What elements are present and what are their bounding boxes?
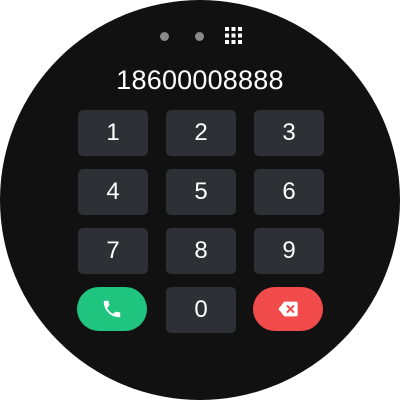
key-8[interactable]: 8 <box>166 228 236 274</box>
key-1[interactable]: 1 <box>78 110 148 156</box>
watch-face: 18600008888 1 2 3 4 5 6 7 8 9 0 <box>0 0 400 400</box>
key-0[interactable]: 0 <box>166 287 236 333</box>
phone-icon <box>101 298 123 320</box>
key-6[interactable]: 6 <box>254 169 324 215</box>
key-4[interactable]: 4 <box>78 169 148 215</box>
key-3[interactable]: 3 <box>254 110 324 156</box>
call-button[interactable] <box>77 287 147 331</box>
dialed-number: 18600008888 <box>116 65 284 95</box>
key-7[interactable]: 7 <box>78 228 148 274</box>
grid-icon[interactable] <box>225 27 242 44</box>
key-2[interactable]: 2 <box>166 110 236 156</box>
page-dot[interactable] <box>195 32 204 41</box>
backspace-icon <box>277 298 299 320</box>
page-indicators <box>0 26 400 46</box>
key-5[interactable]: 5 <box>166 169 236 215</box>
page-dot[interactable] <box>160 32 169 41</box>
delete-button[interactable] <box>253 287 323 331</box>
key-9[interactable]: 9 <box>254 228 324 274</box>
